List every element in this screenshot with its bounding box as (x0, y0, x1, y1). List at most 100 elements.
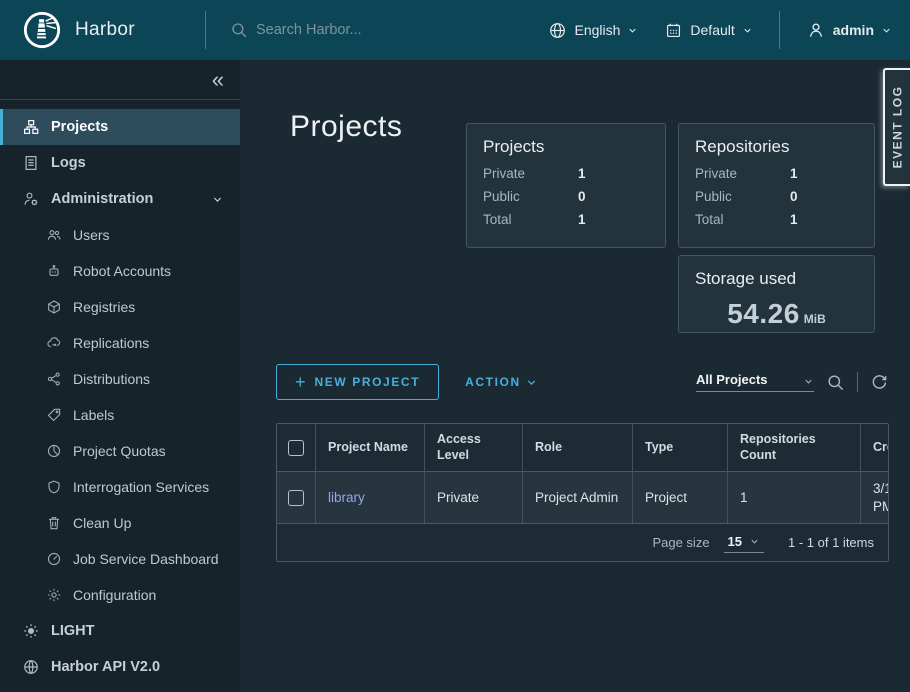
sidebar-item-registries[interactable]: Registries (0, 289, 240, 325)
header-cell[interactable]: Role (522, 424, 632, 471)
storage-unit: MiB (804, 312, 826, 326)
new-project-label: NEW PROJECT (315, 375, 421, 389)
row-cell-type: Project (632, 472, 727, 523)
header-cell-select-all (277, 424, 315, 471)
cloud-sync-icon (46, 335, 62, 351)
header-cell[interactable]: Type (632, 424, 727, 471)
event-log-tab[interactable]: EVENT LOG (883, 68, 910, 186)
action-label: ACTION (465, 375, 521, 389)
language-menu[interactable]: English (548, 21, 638, 40)
storage-number: 54.26 (727, 298, 800, 329)
user-label: admin (833, 22, 874, 38)
refresh-icon (870, 373, 889, 392)
header-cell[interactable]: Access Level (424, 424, 522, 471)
sidebar-item-logs[interactable]: Logs (0, 145, 240, 181)
project-name-link[interactable]: library (328, 489, 365, 507)
sidebar-label: Robot Accounts (73, 263, 171, 279)
calendar-icon (664, 21, 683, 40)
sidebar-item-administration[interactable]: Administration (0, 181, 240, 217)
harbor-lighthouse-logo-icon (22, 10, 62, 50)
page-size-label: Page size (652, 535, 709, 550)
theme-menu[interactable]: Default (664, 21, 752, 40)
sidebar-item-job-service-dashboard[interactable]: Job Service Dashboard (0, 541, 240, 577)
stat-row: Public 0 (483, 189, 649, 204)
gauge-icon (46, 551, 62, 567)
card-title: Storage used (695, 269, 858, 289)
sidebar-label: Distributions (73, 371, 150, 387)
cube-icon (46, 299, 62, 315)
chevron-down-icon (881, 25, 892, 36)
search-projects-button[interactable] (826, 373, 845, 392)
sidebar-item-robot-accounts[interactable]: Robot Accounts (0, 253, 240, 289)
org-chart-icon (22, 118, 40, 136)
table-header-row: Project Name Access Level Role Type Repo… (277, 424, 888, 472)
collapse-sidebar-icon[interactable]: « (212, 69, 224, 91)
sidebar-label: Job Service Dashboard (73, 551, 219, 567)
chevron-down-icon (526, 377, 537, 388)
share-icon (46, 371, 62, 387)
user-gear-icon (22, 190, 40, 208)
card-title: Repositories (695, 137, 858, 157)
stat-value: 0 (790, 189, 798, 204)
header-divider (205, 11, 206, 49)
brand[interactable]: Harbor (0, 10, 205, 50)
action-dropdown-button[interactable]: ACTION (465, 375, 537, 389)
stat-label: Public (695, 189, 790, 204)
card-title: Projects (483, 137, 649, 157)
project-filter-select[interactable]: All Projects (696, 372, 814, 392)
header-cell[interactable]: Cre (860, 424, 889, 471)
sidebar-item-replications[interactable]: Replications (0, 325, 240, 361)
sidebar-item-light-theme[interactable]: LIGHT (0, 613, 240, 649)
logs-icon (22, 154, 40, 172)
sidebar-label: Projects (51, 119, 108, 135)
sidebar-label: LIGHT (51, 623, 95, 639)
stat-label: Private (695, 166, 790, 181)
search-input[interactable] (256, 22, 456, 38)
page-size-select[interactable]: 15 (724, 533, 764, 553)
header-cell[interactable]: Repositories Count (727, 424, 860, 471)
header-divider (779, 11, 780, 49)
sidebar: « Projects Logs Administration (0, 60, 240, 692)
user-menu[interactable]: admin (806, 20, 892, 40)
robot-icon (46, 263, 62, 279)
gear-icon (46, 587, 62, 603)
page-size-value: 15 (728, 534, 742, 549)
project-filter-value: All Projects (696, 372, 768, 387)
row-cell-role: Project Admin (522, 472, 632, 523)
page-title: Projects (290, 110, 402, 144)
sidebar-item-distributions[interactable]: Distributions (0, 361, 240, 397)
sidebar-item-clean-up[interactable]: Clean Up (0, 505, 240, 541)
row-cell-repositories-count: 1 (727, 472, 860, 523)
sidebar-label: Project Quotas (73, 443, 166, 459)
sidebar-item-project-quotas[interactable]: Project Quotas (0, 433, 240, 469)
theme-label: Default (690, 22, 734, 38)
stat-label: Private (483, 166, 578, 181)
row-checkbox[interactable] (288, 490, 304, 506)
sidebar-item-harbor-api[interactable]: Harbor API V2.0 (0, 649, 240, 685)
chevron-down-icon (211, 193, 224, 206)
stat-row: Public 0 (695, 189, 858, 204)
new-project-button[interactable]: + NEW PROJECT (276, 364, 439, 400)
shield-icon (46, 479, 62, 495)
sidebar-item-interrogation-services[interactable]: Interrogation Services (0, 469, 240, 505)
stat-label: Public (483, 189, 578, 204)
harbor-app: Harbor English (0, 0, 910, 692)
projects-table: Project Name Access Level Role Type Repo… (276, 423, 889, 562)
table-row: library Private Project Admin Project 1 … (277, 472, 888, 523)
row-cell-access-level: Private (424, 472, 522, 523)
stat-row: Total 1 (695, 212, 858, 227)
sidebar-item-labels[interactable]: Labels (0, 397, 240, 433)
sidebar-collapse-row: « (0, 60, 240, 100)
storage-value: 54.26 MiB (695, 298, 858, 330)
pie-chart-icon (46, 443, 62, 459)
sidebar-item-users[interactable]: Users (0, 217, 240, 253)
sidebar-item-configuration[interactable]: Configuration (0, 577, 240, 613)
header-cell[interactable]: Project Name (315, 424, 424, 471)
refresh-button[interactable] (870, 373, 889, 392)
event-log-label: EVENT LOG (891, 86, 905, 169)
search-icon (230, 21, 248, 39)
sidebar-item-projects[interactable]: Projects (0, 109, 240, 145)
sidebar-label: Logs (51, 155, 86, 171)
select-all-checkbox[interactable] (288, 440, 304, 456)
user-icon (806, 20, 826, 40)
